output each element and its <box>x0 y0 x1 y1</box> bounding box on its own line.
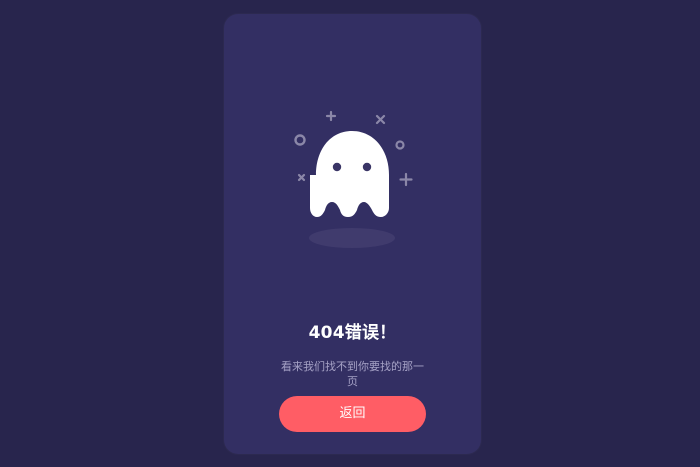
ghost-icon <box>310 131 389 217</box>
back-button[interactable]: 返回 <box>279 396 426 432</box>
plus-icon <box>399 172 413 187</box>
plus-icon <box>325 110 337 122</box>
ghost-illustration <box>224 14 481 274</box>
close-icon <box>375 114 386 125</box>
circle-icon <box>395 140 405 150</box>
page-background: 404错误！ 看来我们找不到你要找的那一页 返回 <box>0 0 700 467</box>
error-card: 404错误！ 看来我们找不到你要找的那一页 返回 <box>224 14 481 454</box>
ghost-shadow <box>309 228 395 248</box>
error-title: 404错误！ <box>308 323 397 344</box>
error-message: 看来我们找不到你要找的那一页 <box>281 360 424 388</box>
circle-icon <box>294 134 306 146</box>
close-icon <box>297 173 306 182</box>
ghost-illustration-svg <box>294 110 413 248</box>
